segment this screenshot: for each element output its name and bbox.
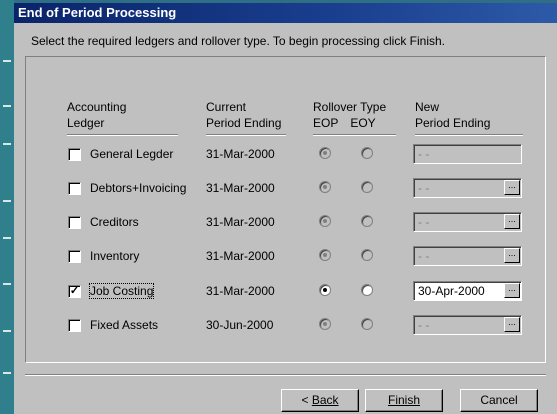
header-divider [313, 134, 396, 136]
ledger-row: General Legder 31-Mar-2000 - - [14, 144, 557, 164]
current-period-ending: 30-Jun-2000 [206, 318, 274, 332]
new-period-date-value: - - [418, 215, 430, 229]
ledger-label[interactable]: Debtors+Invoicing [90, 181, 186, 195]
ledger-checkbox[interactable] [68, 216, 81, 229]
eoy-radio[interactable] [361, 318, 373, 330]
new-period-date-field[interactable]: - -... [413, 315, 522, 335]
new-period-date-field[interactable]: - -... [413, 178, 522, 198]
current-period-ending: 31-Mar-2000 [206, 215, 275, 229]
ledger-checkbox[interactable] [68, 319, 81, 332]
eoy-radio[interactable] [361, 249, 373, 261]
ledger-checkbox[interactable]: ✓ [68, 285, 81, 298]
header-accounting-ledger: Accounting Ledger [67, 100, 127, 130]
header-rollover-type: Rollover Type EOP EOY [313, 100, 387, 130]
ledger-label[interactable]: Creditors [90, 215, 139, 229]
eoy-radio[interactable] [361, 181, 373, 193]
new-period-date-value: - - [418, 147, 430, 161]
header-divider [415, 134, 523, 136]
current-period-ending: 31-Mar-2000 [206, 284, 275, 298]
dialog-title: End of Period Processing [14, 3, 557, 23]
new-period-date-field[interactable]: - -... [413, 212, 522, 232]
new-period-date-value: - - [418, 249, 430, 263]
eop-radio[interactable] [319, 318, 331, 330]
ledger-label[interactable]: Inventory [90, 249, 139, 263]
new-period-date-field[interactable]: - - [413, 144, 522, 164]
eop-radio[interactable] [319, 284, 331, 296]
background-window-strip [0, 0, 14, 414]
ledger-checkbox[interactable] [68, 148, 81, 161]
eop-radio[interactable] [319, 181, 331, 193]
current-period-ending: 31-Mar-2000 [206, 249, 275, 263]
end-of-period-dialog: End of Period Processing Select the requ… [14, 3, 557, 414]
header-divider [206, 134, 286, 136]
eop-radio[interactable] [319, 215, 331, 227]
new-period-date-field[interactable]: - -... [413, 246, 522, 266]
header-current-period: Current Period Ending [206, 100, 282, 130]
header-divider [67, 134, 178, 136]
new-period-date-field[interactable]: 30-Apr-2000... [413, 281, 522, 301]
ledger-label[interactable]: Job Costing [88, 283, 155, 299]
instruction-text: Select the required ledgers and rollover… [31, 34, 445, 48]
date-picker-button[interactable]: ... [504, 248, 520, 263]
eoy-radio[interactable] [361, 284, 373, 296]
ledger-row: ✓ Job Costing 31-Mar-2000 30-Apr-2000... [14, 281, 557, 301]
date-picker-button[interactable]: ... [504, 180, 520, 195]
ledger-row: Debtors+Invoicing 31-Mar-2000 - -... [14, 178, 557, 198]
eop-radio[interactable] [319, 147, 331, 159]
date-picker-button[interactable]: ... [504, 283, 520, 298]
ledger-label[interactable]: Fixed Assets [90, 318, 158, 332]
eop-radio[interactable] [319, 249, 331, 261]
date-picker-button[interactable]: ... [504, 214, 520, 229]
header-eoy: EOY [350, 116, 376, 130]
header-eop: EOP [313, 116, 339, 130]
ledger-label[interactable]: General Legder [90, 147, 173, 161]
current-period-ending: 31-Mar-2000 [206, 147, 275, 161]
ledger-checkbox[interactable] [68, 250, 81, 263]
button-separator [25, 374, 546, 376]
new-period-date-value: - - [418, 181, 430, 195]
finish-button[interactable]: Finish [365, 389, 443, 412]
ledger-row: Creditors 31-Mar-2000 - -... [14, 212, 557, 232]
eoy-radio[interactable] [361, 147, 373, 159]
eoy-radio[interactable] [361, 215, 373, 227]
new-period-date-value: 30-Apr-2000 [418, 284, 485, 298]
new-period-date-value: - - [418, 318, 430, 332]
ledger-row: Fixed Assets 30-Jun-2000 - -... [14, 315, 557, 335]
date-picker-button[interactable]: ... [504, 317, 520, 332]
ledger-checkbox[interactable] [68, 182, 81, 195]
current-period-ending: 31-Mar-2000 [206, 181, 275, 195]
ledger-row: Inventory 31-Mar-2000 - -... [14, 246, 557, 266]
cancel-button[interactable]: Cancel [460, 389, 538, 412]
header-new-period: New Period Ending [415, 100, 491, 130]
back-button[interactable]: < Back [281, 389, 359, 412]
